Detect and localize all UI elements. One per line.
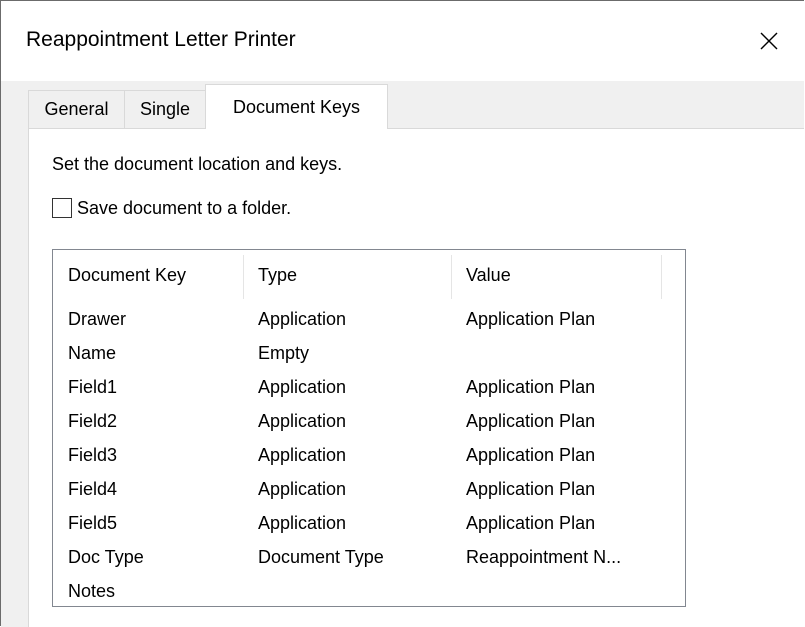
cell-value: Reappointment N...	[466, 547, 622, 567]
save-to-folder-checkbox[interactable]	[52, 198, 72, 218]
cell-value: Application Plan	[466, 513, 596, 533]
cell-type: Document Type	[258, 547, 384, 567]
close-icon	[760, 32, 778, 50]
list-row-field1[interactable]: Field1 Application Application Plan	[53, 370, 685, 404]
list-row-field3[interactable]: Field3 Application Application Plan	[53, 438, 685, 472]
cell-key: Drawer	[68, 309, 127, 329]
cell-value: Application Plan	[466, 411, 596, 431]
cell-key: Field5	[68, 513, 118, 533]
tab-document-keys-label: Document Keys	[232, 96, 361, 117]
cell-value: Application Plan	[466, 309, 596, 329]
close-button[interactable]	[734, 1, 804, 81]
column-header-type[interactable]: Type	[258, 250, 297, 300]
cell-key: Field1	[68, 377, 118, 397]
column-header-document-key[interactable]: Document Key	[68, 250, 186, 300]
cell-value: Application Plan	[466, 445, 596, 465]
tab-single-label: Single	[139, 99, 191, 119]
tab-general-label: General	[44, 99, 109, 119]
cell-value: Application Plan	[466, 377, 596, 397]
cell-value: Application Plan	[466, 479, 596, 499]
list-row-field4[interactable]: Field4 Application Application Plan	[53, 472, 685, 506]
list-row-field2[interactable]: Field2 Application Application Plan	[53, 404, 685, 438]
window-title: Reappointment Letter Printer	[26, 28, 296, 51]
list-row-name[interactable]: Name Empty	[53, 336, 685, 370]
cell-type: Empty	[258, 343, 310, 363]
list-row-drawer[interactable]: Drawer Application Application Plan	[53, 302, 685, 336]
cell-type: Application	[258, 411, 347, 431]
tab-general[interactable]: General	[28, 90, 125, 128]
column-header-value[interactable]: Value	[466, 250, 511, 300]
dialog-window: Reappointment Letter Printer General Sin…	[0, 0, 804, 627]
column-divider[interactable]	[451, 255, 452, 299]
cell-type: Application	[258, 377, 347, 397]
cell-key: Notes	[68, 581, 116, 601]
save-to-folder-option[interactable]: Save document to a folder.	[52, 195, 291, 221]
cell-key: Field4	[68, 479, 118, 499]
cell-key: Name	[68, 343, 117, 363]
panel-description: Set the document location and keys.	[52, 154, 343, 174]
tab-single[interactable]: Single	[124, 90, 206, 128]
cell-key: Field3	[68, 445, 118, 465]
list-row-field5[interactable]: Field5 Application Application Plan	[53, 506, 685, 540]
column-divider[interactable]	[243, 255, 244, 299]
list-header: Document Key Type Value	[53, 250, 685, 300]
list-row-notes[interactable]: Notes	[53, 574, 685, 606]
cell-type: Application	[258, 479, 347, 499]
document-keys-list[interactable]: Document Key Type Value Drawer Applicati…	[52, 249, 686, 607]
cell-key: Field2	[68, 411, 118, 431]
save-to-folder-label[interactable]: Save document to a folder.	[77, 198, 291, 219]
cell-type: Application	[258, 513, 347, 533]
list-row-doc-type[interactable]: Doc Type Document Type Reappointment N..…	[53, 540, 685, 574]
cell-type: Application	[258, 445, 347, 465]
title-bar: Reappointment Letter Printer	[1, 1, 804, 81]
cell-type: Application	[258, 309, 347, 329]
column-divider[interactable]	[661, 255, 662, 299]
tab-document-keys[interactable]: Document Keys	[205, 84, 388, 129]
cell-key: Doc Type	[68, 547, 144, 567]
